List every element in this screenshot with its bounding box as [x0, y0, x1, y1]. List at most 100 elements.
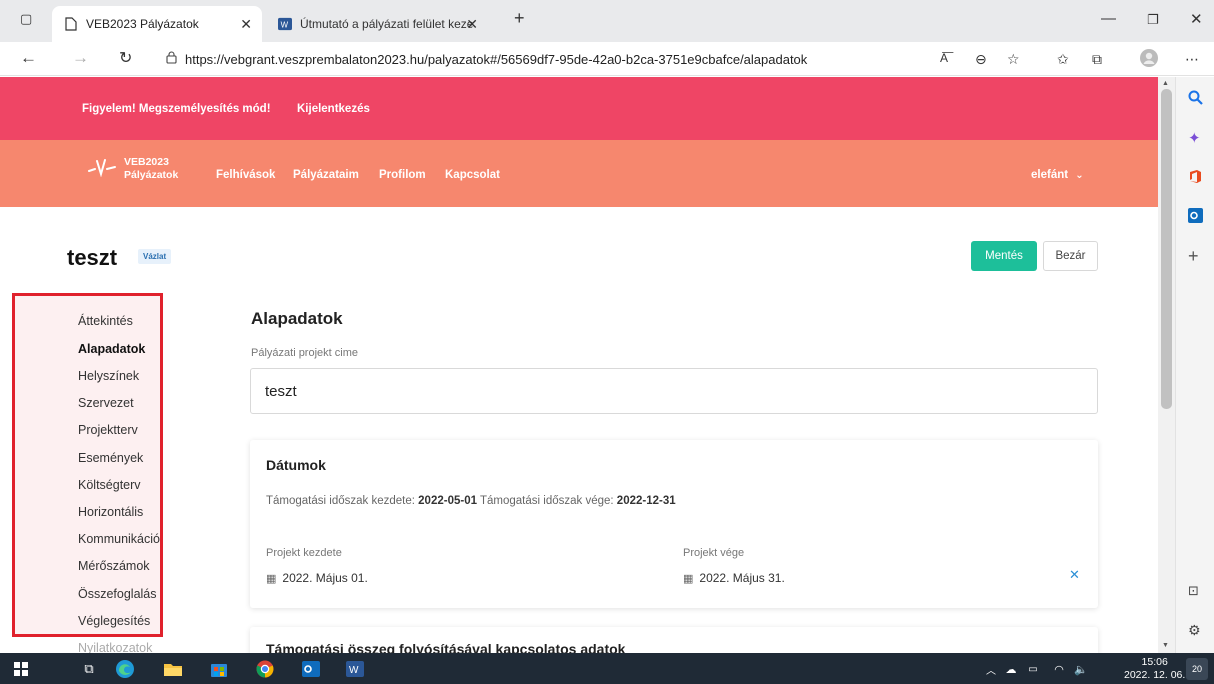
site-logo[interactable]: VEB2023 Pályázatok	[88, 156, 178, 182]
tab-close-icon[interactable]: ✕	[466, 16, 478, 33]
search-icon[interactable]	[1188, 90, 1203, 109]
project-end-label: Projekt vége	[683, 547, 745, 559]
status-badge: Vázlat	[138, 249, 172, 264]
copilot-icon[interactable]: ✦	[1188, 129, 1201, 147]
url-field[interactable]: https://vebgrant.veszprembalaton2023.hu/…	[160, 46, 1012, 72]
nav-felhivasok[interactable]: Felhívások	[216, 169, 275, 181]
tab-utmutato[interactable]: W Útmutató a pályázati felület keze ✕	[266, 6, 498, 42]
sidebar-item-attekintes[interactable]: Áttekintés	[78, 314, 133, 328]
sidebar-item-koltsegterv[interactable]: Költségterv	[78, 478, 141, 492]
sidebar-item-nyilatkozatok[interactable]: Nyilatkozatok	[78, 641, 152, 653]
sidebar-item-projektterv[interactable]: Projektterv	[78, 423, 138, 437]
sidebar-item-helyszinek[interactable]: Helyszínek	[78, 369, 139, 383]
tab-actions-icon[interactable]: ▢	[20, 11, 32, 27]
impersonation-warning: Figyelem! Megszemélyesítés mód!	[82, 103, 271, 115]
logout-link[interactable]: Kijelentkezés	[297, 103, 370, 115]
page-title: teszt	[67, 245, 118, 270]
nav-profilom[interactable]: Profilom	[379, 169, 426, 181]
settings-gear-icon[interactable]: ⚙	[1188, 622, 1201, 639]
svg-text:W: W	[281, 21, 289, 30]
tab-title: Útmutató a pályázati felület keze	[300, 17, 474, 31]
sidebar-item-esemenyek[interactable]: Események	[78, 451, 143, 465]
lock-icon	[166, 51, 177, 67]
nav-palyazataim[interactable]: Pályázataim	[293, 169, 359, 181]
sidebar-item-osszefoglalas[interactable]: Összefoglalás	[78, 587, 157, 601]
project-title-input[interactable]	[250, 368, 1098, 414]
calendar-icon: ▦	[683, 572, 694, 585]
refresh-icon[interactable]: ↻	[119, 48, 132, 68]
favorites-bar-icon[interactable]: ✩	[1057, 51, 1069, 68]
notification-badge[interactable]: 20	[1186, 658, 1208, 680]
volume-icon[interactable]: 🔈	[1070, 658, 1092, 680]
scroll-down-icon[interactable]: ▼	[1162, 642, 1169, 649]
more-menu-icon[interactable]: ⋯	[1185, 51, 1199, 68]
scroll-thumb[interactable]	[1161, 89, 1172, 409]
clear-date-icon[interactable]: ✕	[1069, 567, 1080, 583]
file-explorer-icon[interactable]	[162, 658, 184, 680]
add-panel-icon[interactable]: +	[1188, 246, 1199, 267]
sidebar-toggle-icon[interactable]: ⊡	[1188, 583, 1199, 599]
windows-taskbar: ⧉ W ︿ ☁ ▭ ◠ 🔈 15:06 2022. 12. 06. 20	[0, 653, 1214, 684]
user-menu[interactable]: elefánt ⌄	[1031, 169, 1084, 181]
page-icon	[64, 16, 78, 32]
support-amount-heading: Támogatási összeg folyósításával kapcsol…	[266, 641, 626, 653]
onedrive-icon[interactable]: ☁	[1000, 658, 1022, 680]
back-icon[interactable]: ←	[20, 48, 37, 68]
restore-icon[interactable]: ❐	[1147, 12, 1159, 28]
read-aloud-icon[interactable]: A͞	[940, 51, 948, 65]
store-icon[interactable]	[208, 658, 230, 680]
collections-icon[interactable]: ⧉	[1092, 51, 1102, 68]
office-icon[interactable]	[1188, 169, 1202, 188]
edge-browser-icon[interactable]	[114, 658, 136, 680]
support-amount-card: Támogatási összeg folyósításával kapcsol…	[250, 627, 1098, 653]
outlook-icon[interactable]	[1188, 208, 1203, 227]
sidebar-item-veglegesites[interactable]: Véglegesítés	[78, 614, 150, 628]
project-start-datepicker[interactable]: ▦ 2022. Május 01.	[266, 571, 368, 585]
outlook-taskbar-icon[interactable]	[300, 658, 322, 680]
scroll-up-icon[interactable]: ▲	[1162, 80, 1169, 87]
zoom-icon[interactable]: ⊖	[975, 51, 987, 68]
url-text: https://vebgrant.veszprembalaton2023.hu/…	[185, 51, 808, 67]
word-taskbar-icon[interactable]: W	[344, 658, 366, 680]
close-button[interactable]: Bezár	[1043, 241, 1098, 271]
tab-title: VEB2023 Pályázatok	[86, 17, 199, 31]
impersonation-banner: Figyelem! Megszemélyesítés mód! Kijelent…	[0, 77, 1158, 140]
section-heading: Alapadatok	[251, 309, 343, 328]
network-icon[interactable]: ▭	[1022, 658, 1044, 680]
svg-text:W: W	[349, 665, 359, 676]
logo-mark-icon	[88, 157, 116, 182]
windows-start-icon[interactable]	[10, 658, 32, 680]
favorite-icon[interactable]: ☆	[1007, 51, 1020, 68]
clock-time: 15:06	[1141, 656, 1168, 668]
tab-veb2023[interactable]: VEB2023 Pályázatok ✕	[52, 6, 262, 42]
calendar-icon: ▦	[266, 572, 277, 585]
sidebar-item-kommunikacio[interactable]: Kommunikáció	[78, 532, 162, 546]
sidebar-item-alapadatok[interactable]: Alapadatok	[78, 342, 145, 356]
taskbar-clock[interactable]: 15:06 2022. 12. 06.	[1124, 656, 1185, 682]
window-close-icon[interactable]: ✕	[1190, 10, 1203, 28]
clock-date: 2022. 12. 06.	[1124, 669, 1186, 681]
task-view-icon[interactable]: ⧉	[78, 658, 100, 680]
forward-icon[interactable]: →	[72, 48, 89, 68]
tab-close-icon[interactable]: ✕	[240, 16, 252, 33]
profile-avatar-icon[interactable]	[1140, 49, 1158, 70]
browser-tab-bar: ▢ VEB2023 Pályázatok ✕ W Útmutató a pály…	[0, 0, 1214, 42]
page-scrollbar[interactable]: ▲ ▼	[1158, 77, 1175, 653]
edge-side-panel: ✦ + ⊡ ⚙	[1175, 77, 1214, 653]
sidebar-item-horizontalis[interactable]: Horizontális	[78, 505, 143, 519]
support-period: Támogatási időszak kezdete: 2022-05-01 T…	[266, 495, 676, 507]
project-end-datepicker[interactable]: ▦ 2022. Május 31.	[683, 571, 785, 585]
new-tab-button[interactable]: +	[514, 8, 525, 29]
page-viewport: Figyelem! Megszemélyesítés mód! Kijelent…	[0, 77, 1158, 653]
chrome-icon[interactable]	[254, 658, 276, 680]
sidebar-item-szervezet[interactable]: Szervezet	[78, 396, 134, 410]
save-button[interactable]: Mentés	[971, 241, 1037, 271]
sidebar-item-meroszamok[interactable]: Mérőszámok	[78, 559, 150, 573]
user-name: elefánt	[1031, 169, 1069, 181]
wifi-icon[interactable]: ◠	[1048, 658, 1070, 680]
minimize-icon[interactable]: —	[1101, 10, 1116, 27]
nav-kapcsolat[interactable]: Kapcsolat	[445, 169, 500, 181]
tray-chevron-icon[interactable]: ︿	[980, 658, 1002, 680]
project-title-label: Pályázati projekt cime	[251, 347, 358, 359]
support-period-end: 2022-12-31	[616, 495, 676, 507]
